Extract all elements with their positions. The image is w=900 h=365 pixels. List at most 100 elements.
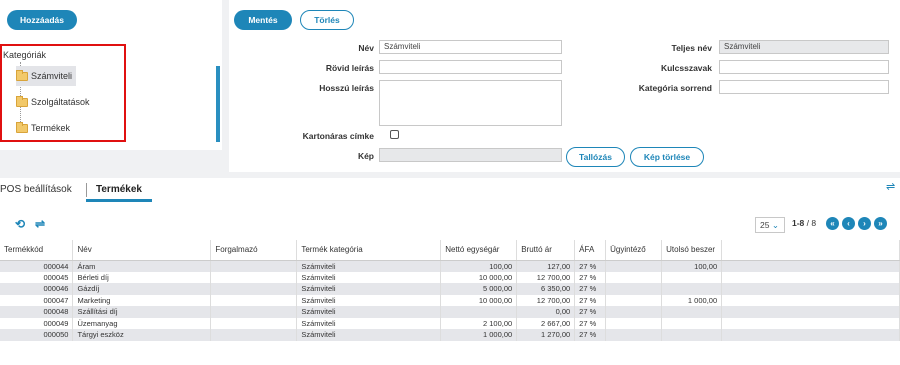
col-header-last-purchase[interactable]: Utolsó beszer <box>661 240 723 261</box>
cell-distributor <box>210 294 298 306</box>
tree-root[interactable]: Kategóriák <box>3 50 46 60</box>
refresh-icon[interactable]: ⟲ <box>15 217 25 231</box>
col-header-agent[interactable]: Ügyintéző <box>605 240 663 261</box>
cell-agent <box>605 294 663 306</box>
chevron-down-icon: ⌄ <box>771 220 779 230</box>
cell-distributor <box>210 283 298 295</box>
cell-name: Gázdíj <box>72 283 212 295</box>
cell-spacer <box>721 271 900 283</box>
cell-distributor <box>210 317 298 329</box>
folder-icon <box>16 95 28 107</box>
cell-agent <box>605 283 663 295</box>
table-row[interactable]: 000047 Marketing Számviteli 10 000,00 12 700… <box>0 294 900 306</box>
category-order-label: Kategória sorrend <box>638 83 712 93</box>
col-header-category[interactable]: Termék kategória <box>296 240 442 261</box>
name-input[interactable]: Számviteli <box>379 40 562 54</box>
full-name-input: Számviteli <box>719 40 889 54</box>
cell-vat: 27 % <box>574 260 607 272</box>
keywords-input[interactable] <box>719 60 889 74</box>
image-label: Kép <box>357 151 374 161</box>
table-header-row: Termékkód Név Forgalmazó Termék kategóri… <box>0 240 900 261</box>
next-page-icon[interactable]: › <box>858 217 871 230</box>
tab-pos-settings[interactable]: POS beállítások <box>0 184 72 195</box>
cell-agent <box>605 317 663 329</box>
cell-category: Számviteli <box>296 283 442 295</box>
cell-name: Tárgyi eszköz <box>72 329 212 341</box>
cell-gross-price: 2 667,00 <box>516 317 576 329</box>
cell-category: Számviteli <box>296 271 442 283</box>
cell-last-purchase <box>661 329 723 341</box>
col-header-net-price[interactable]: Nettó egységár <box>440 240 518 261</box>
cell-vat: 27 % <box>574 306 607 318</box>
cell-spacer <box>721 283 900 295</box>
name-label: Név <box>358 43 374 53</box>
scrollbar[interactable] <box>216 66 220 142</box>
col-header-vat[interactable]: ÁFA <box>574 240 607 261</box>
short-desc-input[interactable] <box>379 60 562 74</box>
tree-item-szamviteli[interactable]: Számviteli <box>16 66 77 86</box>
cell-name: Bérleti díj <box>72 271 212 283</box>
tree-item-label: Termékek <box>31 123 71 133</box>
cell-vat: 27 % <box>574 294 607 306</box>
col-header-spacer <box>721 240 900 261</box>
cell-agent <box>605 260 663 272</box>
card-label-checkbox[interactable] <box>390 130 399 139</box>
col-header-code[interactable]: Termékkód <box>0 240 74 261</box>
category-order-input[interactable] <box>719 80 889 94</box>
category-form: Mentés Törlés Név Számviteli Teljes név … <box>229 0 900 172</box>
cell-gross-price: 12 700,00 <box>516 294 576 306</box>
cell-net-price <box>440 306 518 318</box>
cell-last-purchase: 100,00 <box>661 260 723 272</box>
cell-last-purchase <box>661 306 723 318</box>
browse-button[interactable]: Tallózás <box>566 147 625 167</box>
tree-item-szolgaltatasok[interactable]: Szolgáltatások <box>16 92 90 112</box>
products-table: Termékkód Név Forgalmazó Termék kategóri… <box>0 240 900 341</box>
long-desc-textarea[interactable] <box>379 80 562 126</box>
cell-net-price: 10 000,00 <box>440 271 518 283</box>
cell-net-price: 5 000,00 <box>440 283 518 295</box>
cell-code: 000047 <box>0 294 74 306</box>
pager-range: 1-8 <box>792 218 805 228</box>
cell-gross-price: 12 700,00 <box>516 271 576 283</box>
save-button[interactable]: Mentés <box>234 10 292 30</box>
tree-item-label: Számviteli <box>31 71 73 81</box>
tree-item-termekek[interactable]: Termékek <box>16 118 70 138</box>
cell-code: 000044 <box>0 260 74 272</box>
col-header-name[interactable]: Név <box>72 240 212 261</box>
table-row[interactable]: 000044 Áram Számviteli 100,00 127,00 27 % 100,… <box>0 260 900 272</box>
prev-page-icon[interactable]: ‹ <box>842 217 855 230</box>
table-row[interactable]: 000048 Szállítási díj Számviteli 0,00 27 % <box>0 306 900 318</box>
cell-category: Számviteli <box>296 317 442 329</box>
swap-icon[interactable]: ⇌ <box>886 180 895 193</box>
page-size-select[interactable]: 25 ⌄ <box>755 217 785 233</box>
cell-gross-price: 127,00 <box>516 260 576 272</box>
cell-spacer <box>721 294 900 306</box>
table-row[interactable]: 000046 Gázdíj Számviteli 5 000,00 6 350,00 27… <box>0 283 900 295</box>
short-desc-label: Rövid leírás <box>325 63 374 73</box>
cell-spacer <box>721 329 900 341</box>
full-name-label: Teljes név <box>671 43 712 53</box>
card-label-label: Kartonáras címke <box>302 131 374 141</box>
cell-net-price: 2 100,00 <box>440 317 518 329</box>
active-tab-indicator <box>86 199 152 202</box>
cell-spacer <box>721 306 900 318</box>
table-row[interactable]: 000050 Tárgyi eszköz Számviteli 1 000,00 1 2… <box>0 329 900 341</box>
table-body: 000044 Áram Számviteli 100,00 127,00 27 % 100,… <box>0 260 900 341</box>
add-button[interactable]: Hozzáadás <box>7 10 77 30</box>
col-header-distributor[interactable]: Forgalmazó <box>210 240 298 261</box>
pager-total: / 8 <box>806 218 817 228</box>
cell-name: Üzemanyag <box>72 317 212 329</box>
delete-button[interactable]: Törlés <box>300 10 354 30</box>
first-page-icon[interactable]: « <box>826 217 839 230</box>
table-row[interactable]: 000049 Üzemanyag Számviteli 2 100,00 2 667,0… <box>0 317 900 329</box>
cell-net-price: 10 000,00 <box>440 294 518 306</box>
cell-vat: 27 % <box>574 329 607 341</box>
last-page-icon[interactable]: » <box>874 217 887 230</box>
tab-products[interactable]: Termékek <box>96 184 142 195</box>
delete-image-button[interactable]: Kép törlése <box>630 147 704 167</box>
swap-columns-icon[interactable]: ⇌ <box>35 217 45 231</box>
col-header-gross-price[interactable]: Bruttó ár <box>516 240 576 261</box>
cell-last-purchase <box>661 271 723 283</box>
cell-last-purchase <box>661 283 723 295</box>
table-row[interactable]: 000045 Bérleti díj Számviteli 10 000,00 12 7… <box>0 271 900 283</box>
